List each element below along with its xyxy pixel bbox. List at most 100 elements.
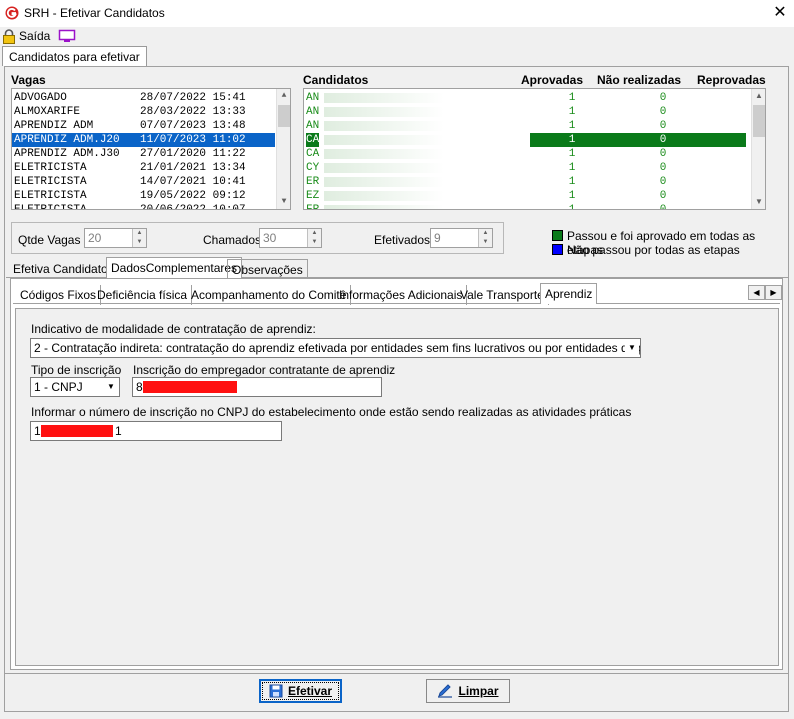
subtab-informacoes-adicionais[interactable]: Informações Adicionais xyxy=(335,285,468,305)
tab-efetiva-candidato[interactable]: Efetiva Candidato xyxy=(9,259,112,279)
legend-not-passed-label: Não passou por todas as etapas xyxy=(567,243,740,257)
vagas-scrollbar[interactable]: ▲ ▼ xyxy=(276,89,290,209)
aprovadas-value: 1 xyxy=(568,176,576,188)
efetivar-button[interactable]: Efetivar xyxy=(259,679,342,703)
tab-dados-complementares[interactable]: DadosComplementares xyxy=(106,257,243,278)
candidato-row[interactable]: EZ 1 0 xyxy=(304,189,750,203)
candidato-row[interactable]: CA 1 0 xyxy=(304,147,750,161)
candidato-name: FR xyxy=(306,204,320,210)
chamados-field[interactable]: 30 ▲ ▼ xyxy=(259,228,322,248)
close-icon[interactable]: ✕ xyxy=(770,2,790,24)
legend-not-passed-swatch xyxy=(552,244,563,255)
candidato-name: CY xyxy=(306,162,320,174)
subtab-codigos-fixos[interactable]: Códigos Fixos xyxy=(16,285,102,305)
lock-icon[interactable] xyxy=(2,29,16,44)
candidato-name: EZ xyxy=(306,190,320,202)
candidatos-list[interactable]: FR 1 0 EZ 1 0 ER 1 0 CY 1 0 CA 1 0 CA 1 0 AN 1 0 AN 1 0 AN 1 0 ▲ ▼ xyxy=(303,88,766,210)
efetivar-label: Efetivar xyxy=(287,684,333,698)
vaga-date: 11/07/2023 11:02 xyxy=(140,134,246,146)
vaga-name: APRENDIZ ADM xyxy=(14,120,94,132)
blurred-name xyxy=(324,163,444,173)
tab-scroll-left-icon[interactable]: ◀ xyxy=(748,285,765,300)
candidatos-header: Candidatos xyxy=(303,73,369,87)
aprovadas-value: 1 xyxy=(568,120,576,132)
app-logo-icon xyxy=(5,6,19,20)
tab-scroll-right-icon[interactable]: ▶ xyxy=(765,285,782,300)
nao-realizadas-value: 0 xyxy=(659,134,667,146)
spin-up-icon[interactable]: ▲ xyxy=(479,229,492,238)
vaga-row[interactable]: ELETRICISTA 20/06/2022 10:07 xyxy=(12,203,275,209)
subtab-vale-transporte[interactable]: Vale Transporte xyxy=(456,285,549,305)
vaga-name: ADVOGADO xyxy=(14,92,67,104)
vagas-header: Vagas xyxy=(11,73,46,87)
inscricao-empregador-label: Inscrição do empregador contratante de a… xyxy=(133,363,396,377)
scroll-up-icon[interactable]: ▲ xyxy=(277,89,290,103)
footer-divider xyxy=(4,673,789,674)
subtab-acompanhamento-comite[interactable]: Acompanhamento do Comitê xyxy=(187,285,352,305)
efetivados-field[interactable]: 9 ▲ ▼ xyxy=(430,228,493,248)
cnpj-input[interactable]: 1 1 xyxy=(30,421,282,441)
nao-realizadas-value: 0 xyxy=(659,148,667,160)
candidato-row[interactable]: CA 1 0 xyxy=(304,133,750,147)
candidato-row[interactable]: AN 1 0 xyxy=(304,119,750,133)
vaga-row[interactable]: ALMOXARIFE 28/03/2022 13:33 xyxy=(12,105,275,119)
vaga-row[interactable]: APRENDIZ ADM.J20 11/07/2023 11:02 xyxy=(12,133,275,147)
candidatos-scrollbar[interactable]: ▲ ▼ xyxy=(751,89,765,209)
qtde-vagas-field[interactable]: 20 ▲ ▼ xyxy=(84,228,147,248)
candidato-row[interactable]: AN 1 0 xyxy=(304,105,750,119)
vaga-date: 19/05/2022 09:12 xyxy=(140,190,246,202)
vaga-row[interactable]: APRENDIZ ADM 07/07/2023 13:48 xyxy=(12,119,275,133)
candidato-name: AN xyxy=(306,106,320,118)
nao-realizadas-value: 0 xyxy=(659,204,667,210)
vaga-row[interactable]: ELETRICISTA 21/01/2021 13:34 xyxy=(12,161,275,175)
spin-down-icon[interactable]: ▼ xyxy=(133,238,146,247)
candidato-name: CA xyxy=(306,148,320,160)
vaga-date: 14/07/2021 10:41 xyxy=(140,176,246,188)
tab-candidatos-para-efetivar[interactable]: Candidatos para efetivar xyxy=(2,46,147,66)
vaga-row[interactable]: ADVOGADO 28/07/2022 15:41 xyxy=(12,91,275,105)
vaga-name: APRENDIZ ADM.J20 xyxy=(14,134,120,146)
spin-down-icon[interactable]: ▼ xyxy=(479,238,492,247)
subtab-deficiencia-fisica[interactable]: Deficiência física xyxy=(93,285,193,305)
inscricao-prefix: 8 xyxy=(136,380,143,394)
vaga-row[interactable]: APRENDIZ ADM.J30 27/01/2020 11:22 xyxy=(12,147,275,161)
spin-up-icon[interactable]: ▲ xyxy=(133,229,146,238)
spin-up-icon[interactable]: ▲ xyxy=(308,229,321,238)
aprovadas-value: 1 xyxy=(568,204,576,210)
cnpj-label: Informar o número de inscrição no CNPJ d… xyxy=(31,405,632,419)
exit-button[interactable]: Saída xyxy=(19,29,50,43)
window-title: SRH - Efetivar Candidatos xyxy=(24,6,165,20)
monitor-icon[interactable] xyxy=(58,29,76,44)
blurred-name xyxy=(324,135,444,145)
col-aprovadas: Aprovadas xyxy=(521,73,584,87)
scroll-up-icon[interactable]: ▲ xyxy=(752,89,765,103)
candidato-row[interactable]: FR 1 0 xyxy=(304,203,750,210)
scroll-thumb[interactable] xyxy=(278,105,290,127)
tab-observacoes[interactable]: Observações xyxy=(227,259,308,279)
vagas-list[interactable]: ELETRICISTA 20/06/2022 10:07 ELETRICISTA 19… xyxy=(11,88,291,210)
scroll-down-icon[interactable]: ▼ xyxy=(277,195,290,209)
vaga-date: 07/07/2023 13:48 xyxy=(140,120,246,132)
vaga-row[interactable]: ELETRICISTA 14/07/2021 10:41 xyxy=(12,175,275,189)
nao-realizadas-value: 0 xyxy=(659,106,667,118)
chevron-down-icon[interactable]: ▼ xyxy=(104,379,118,395)
nao-realizadas-value: 0 xyxy=(659,162,667,174)
limpar-button[interactable]: Limpar xyxy=(426,679,510,703)
nao-realizadas-value: 0 xyxy=(659,176,667,188)
scroll-down-icon[interactable]: ▼ xyxy=(752,195,765,209)
chevron-down-icon[interactable]: ▼ xyxy=(625,340,639,356)
candidato-row[interactable]: AN 1 0 xyxy=(304,91,750,105)
spin-down-icon[interactable]: ▼ xyxy=(308,238,321,247)
candidato-row[interactable]: ER 1 0 xyxy=(304,175,750,189)
inscricao-empregador-input[interactable]: 8 xyxy=(132,377,382,397)
cnpj-suffix: 1 xyxy=(115,424,122,438)
blurred-name xyxy=(324,177,444,187)
tipo-inscricao-select[interactable]: 1 - CNPJ ▼ xyxy=(30,377,120,397)
aprovadas-value: 1 xyxy=(568,162,576,174)
scroll-thumb[interactable] xyxy=(753,105,765,137)
nao-realizadas-value: 0 xyxy=(659,190,667,202)
modalidade-select[interactable]: 2 - Contratação indireta: contratação do… xyxy=(30,338,641,358)
vaga-row[interactable]: ELETRICISTA 19/05/2022 09:12 xyxy=(12,189,275,203)
subtab-aprendiz[interactable]: Aprendiz xyxy=(540,283,598,304)
candidato-row[interactable]: CY 1 0 xyxy=(304,161,750,175)
